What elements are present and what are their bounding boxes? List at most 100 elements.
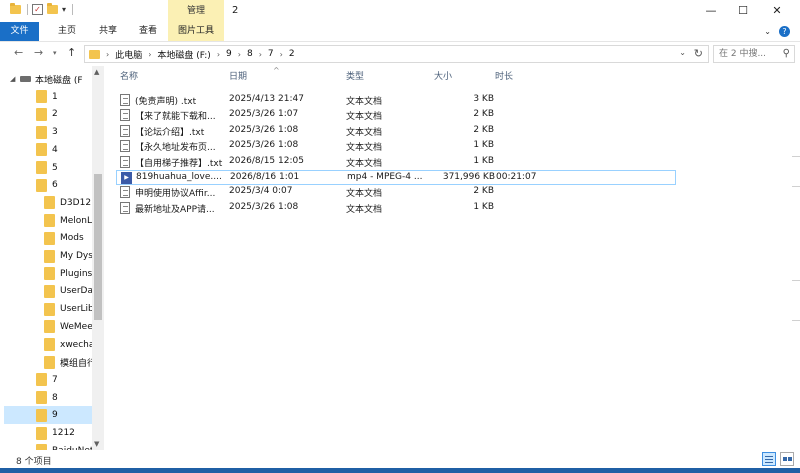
minimize-button[interactable]: — bbox=[696, 0, 726, 22]
forward-arrow-icon[interactable]: → bbox=[34, 46, 43, 59]
expand-arrow-icon[interactable]: ◢ bbox=[10, 75, 20, 83]
scroll-up-icon[interactable]: ▲ bbox=[94, 68, 99, 76]
details-view-button[interactable] bbox=[762, 452, 776, 466]
column-header-size[interactable]: 大小 bbox=[434, 66, 452, 88]
large-icons-view-button[interactable] bbox=[780, 452, 794, 466]
nav-tree-item[interactable]: 9 bbox=[4, 406, 92, 425]
chevron-right-icon[interactable]: › bbox=[259, 50, 262, 59]
nav-tree-item[interactable]: 7 bbox=[0, 371, 92, 389]
nav-tree-item[interactable]: 6 bbox=[0, 176, 92, 194]
refresh-icon[interactable]: ↻ bbox=[694, 47, 703, 60]
column-header-date[interactable]: 日期 bbox=[229, 66, 247, 88]
nav-tree-item[interactable]: 8 bbox=[0, 389, 92, 407]
text-file-icon bbox=[120, 140, 130, 153]
file-type: 文本文档 bbox=[346, 158, 383, 169]
text-file-icon bbox=[120, 201, 130, 214]
folder-icon bbox=[44, 267, 55, 281]
tab-share[interactable]: 共享 bbox=[91, 22, 125, 41]
close-button[interactable]: ✕ bbox=[762, 0, 792, 22]
nav-tree-item[interactable]: 5 bbox=[0, 159, 92, 177]
nav-tree-item[interactable]: 模组自行 bbox=[0, 353, 96, 371]
column-header-type[interactable]: 类型 bbox=[346, 66, 364, 88]
nav-tree-label: 模组自行 bbox=[60, 358, 97, 369]
chevron-down-icon[interactable]: ⌄ bbox=[679, 48, 686, 57]
title-bar: ✓ ▾ 管理 2 — ☐ ✕ bbox=[0, 0, 800, 22]
file-row[interactable]: 【永久地址发布页... 2025/3/26 1:08 文本文档 1 KB bbox=[116, 139, 676, 154]
nav-tree-item[interactable]: ◢ 本地磁盘 (F bbox=[0, 70, 92, 88]
tab-view[interactable]: 查看 bbox=[131, 22, 165, 41]
scroll-down-icon[interactable]: ▼ bbox=[94, 440, 99, 448]
breadcrumb-8[interactable]: 8 bbox=[247, 49, 253, 59]
maximize-button[interactable]: ☐ bbox=[728, 0, 758, 22]
breadcrumb-7[interactable]: 7 bbox=[268, 49, 274, 59]
nav-tree-item[interactable]: xwechat bbox=[0, 336, 98, 354]
properties-icon[interactable]: ✓ bbox=[32, 4, 43, 15]
new-folder-icon[interactable] bbox=[47, 3, 58, 14]
file-row[interactable]: 最新地址及APP请... 2025/3/26 1:08 文本文档 1 KB bbox=[116, 201, 676, 216]
folder-icon bbox=[44, 338, 55, 351]
file-name: 【永久地址发布页... bbox=[135, 143, 216, 154]
chevron-right-icon[interactable]: › bbox=[238, 50, 241, 59]
search-input[interactable] bbox=[714, 46, 776, 62]
folder-icon bbox=[36, 90, 47, 104]
nav-tree-label: 9 bbox=[52, 410, 58, 421]
tab-picture-tools[interactable]: 图片工具 bbox=[168, 22, 224, 41]
column-header-name[interactable]: 名称 bbox=[120, 66, 138, 88]
file-size: 2 KB bbox=[473, 186, 494, 197]
nav-tree-item[interactable]: Plugins bbox=[0, 265, 92, 283]
nav-tree-item[interactable]: 3 bbox=[0, 123, 92, 141]
breadcrumb-this-pc[interactable]: 此电脑 bbox=[115, 48, 142, 61]
nav-tree-item[interactable]: 1212 bbox=[0, 424, 92, 442]
nav-scrollbar[interactable]: ▲ ▼ bbox=[92, 66, 104, 450]
chevron-right-icon[interactable]: › bbox=[106, 50, 109, 59]
file-row[interactable]: 【论坛介绍】.txt 2025/3/26 1:08 文本文档 2 KB bbox=[116, 124, 676, 139]
scrollbar-thumb[interactable] bbox=[94, 174, 102, 320]
nav-tree-item[interactable]: WeMeet bbox=[0, 318, 96, 336]
nav-tree-item[interactable]: UserDat bbox=[0, 282, 97, 300]
tab-file[interactable]: 文件 bbox=[0, 22, 39, 41]
nav-tree-item[interactable]: BaiduNet bbox=[0, 442, 93, 450]
nav-tree-item[interactable]: My Dyst bbox=[0, 247, 96, 265]
help-icon[interactable]: ? bbox=[779, 26, 790, 37]
nav-tree-item[interactable]: Mods bbox=[0, 229, 92, 247]
address-bar[interactable]: › 此电脑 › 本地磁盘 (F:) › 9 › 8 › 7 › 2 ⌄ ↻ bbox=[84, 45, 709, 63]
file-row[interactable]: 【来了就能下载和... 2025/3/26 1:07 文本文档 2 KB bbox=[116, 108, 676, 123]
nav-tree-item[interactable]: D3D12 bbox=[0, 194, 92, 212]
file-row[interactable]: 【自用梯子推荐】.txt 2026/8/15 12:05 文本文档 1 KB bbox=[116, 155, 676, 170]
file-size: 1 KB bbox=[473, 155, 494, 166]
nav-tree-item[interactable]: 4 bbox=[0, 141, 92, 159]
chevron-right-icon[interactable]: › bbox=[280, 50, 283, 59]
search-box[interactable]: ⚲ bbox=[713, 45, 795, 63]
nav-tree-item[interactable]: 1 bbox=[0, 88, 92, 106]
expand-ribbon-icon[interactable]: ⌄ bbox=[764, 27, 771, 36]
column-header-length[interactable]: 时长 bbox=[495, 66, 513, 88]
file-type: 文本文档 bbox=[346, 189, 383, 200]
nav-tree-item[interactable]: UserLibs bbox=[0, 300, 98, 318]
nav-tree-item[interactable]: 2 bbox=[0, 105, 92, 123]
customize-toolbar-icon[interactable]: ▾ bbox=[62, 5, 66, 14]
search-icon[interactable]: ⚲ bbox=[783, 48, 790, 59]
quick-access-toolbar: ✓ ▾ bbox=[10, 3, 74, 15]
recent-locations-icon[interactable]: ▾ bbox=[53, 49, 57, 57]
up-arrow-icon[interactable]: ↑ bbox=[67, 46, 76, 59]
file-name: 申明使用协议Affir... bbox=[135, 189, 216, 200]
tab-home[interactable]: 主页 bbox=[50, 22, 84, 41]
chevron-right-icon[interactable]: › bbox=[148, 50, 151, 59]
file-row[interactable]: (免责声明) .txt 2025/4/13 21:47 文本文档 3 KB bbox=[116, 93, 676, 108]
folder-icon bbox=[10, 3, 21, 14]
manage-context-tab[interactable]: 管理 bbox=[168, 0, 224, 22]
chevron-right-icon[interactable]: › bbox=[217, 50, 220, 59]
file-row[interactable]: ▶ 819huahua_love.... 2026/8/16 1:01 mp4 - M… bbox=[116, 170, 676, 185]
nav-tree-label: Mods bbox=[60, 233, 84, 244]
breadcrumb-9[interactable]: 9 bbox=[226, 49, 232, 59]
breadcrumb-2[interactable]: 2 bbox=[289, 49, 295, 59]
nav-tree-item[interactable]: MelonLc bbox=[0, 212, 97, 230]
file-row[interactable]: 申明使用协议Affir... 2025/3/4 0:07 文本文档 2 KB bbox=[116, 185, 676, 200]
file-type: 文本文档 bbox=[346, 112, 383, 123]
nav-tree-label: WeMeet bbox=[60, 321, 97, 332]
file-size: 2 KB bbox=[473, 109, 494, 120]
divider bbox=[72, 4, 74, 15]
back-arrow-icon[interactable]: ← bbox=[14, 46, 23, 59]
breadcrumb-drive[interactable]: 本地磁盘 (F:) bbox=[157, 48, 210, 61]
text-file-icon bbox=[120, 155, 130, 168]
